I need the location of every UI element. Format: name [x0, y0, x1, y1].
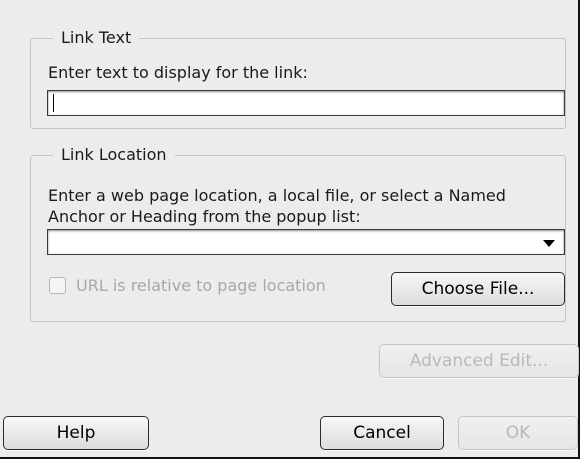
choose-file-button[interactable]: Choose File...	[391, 272, 565, 306]
link-location-legend: Link Location	[61, 145, 167, 164]
advanced-edit-button: Advanced Edit...	[379, 344, 579, 378]
relative-url-option: URL is relative to page location	[49, 276, 326, 295]
relative-url-checkbox	[49, 277, 66, 294]
dropdown-arrow-icon[interactable]	[543, 240, 555, 247]
link-properties-dialog: Link Text Enter text to display for the …	[0, 0, 580, 459]
text-cursor	[53, 94, 54, 112]
help-button[interactable]: Help	[3, 416, 149, 450]
link-location-prompt-line-2: Anchor or Heading from the popup list:	[48, 207, 361, 226]
link-text-prompt: Enter text to display for the link:	[48, 63, 308, 82]
ok-button: OK	[458, 416, 578, 450]
cancel-button[interactable]: Cancel	[320, 416, 444, 450]
link-location-prompt-line-1: Enter a web page location, a local file,…	[48, 186, 506, 205]
link-text-input[interactable]	[47, 90, 565, 116]
url-combobox[interactable]	[47, 229, 565, 255]
relative-url-label: URL is relative to page location	[76, 276, 326, 295]
link-text-legend: Link Text	[61, 28, 132, 47]
